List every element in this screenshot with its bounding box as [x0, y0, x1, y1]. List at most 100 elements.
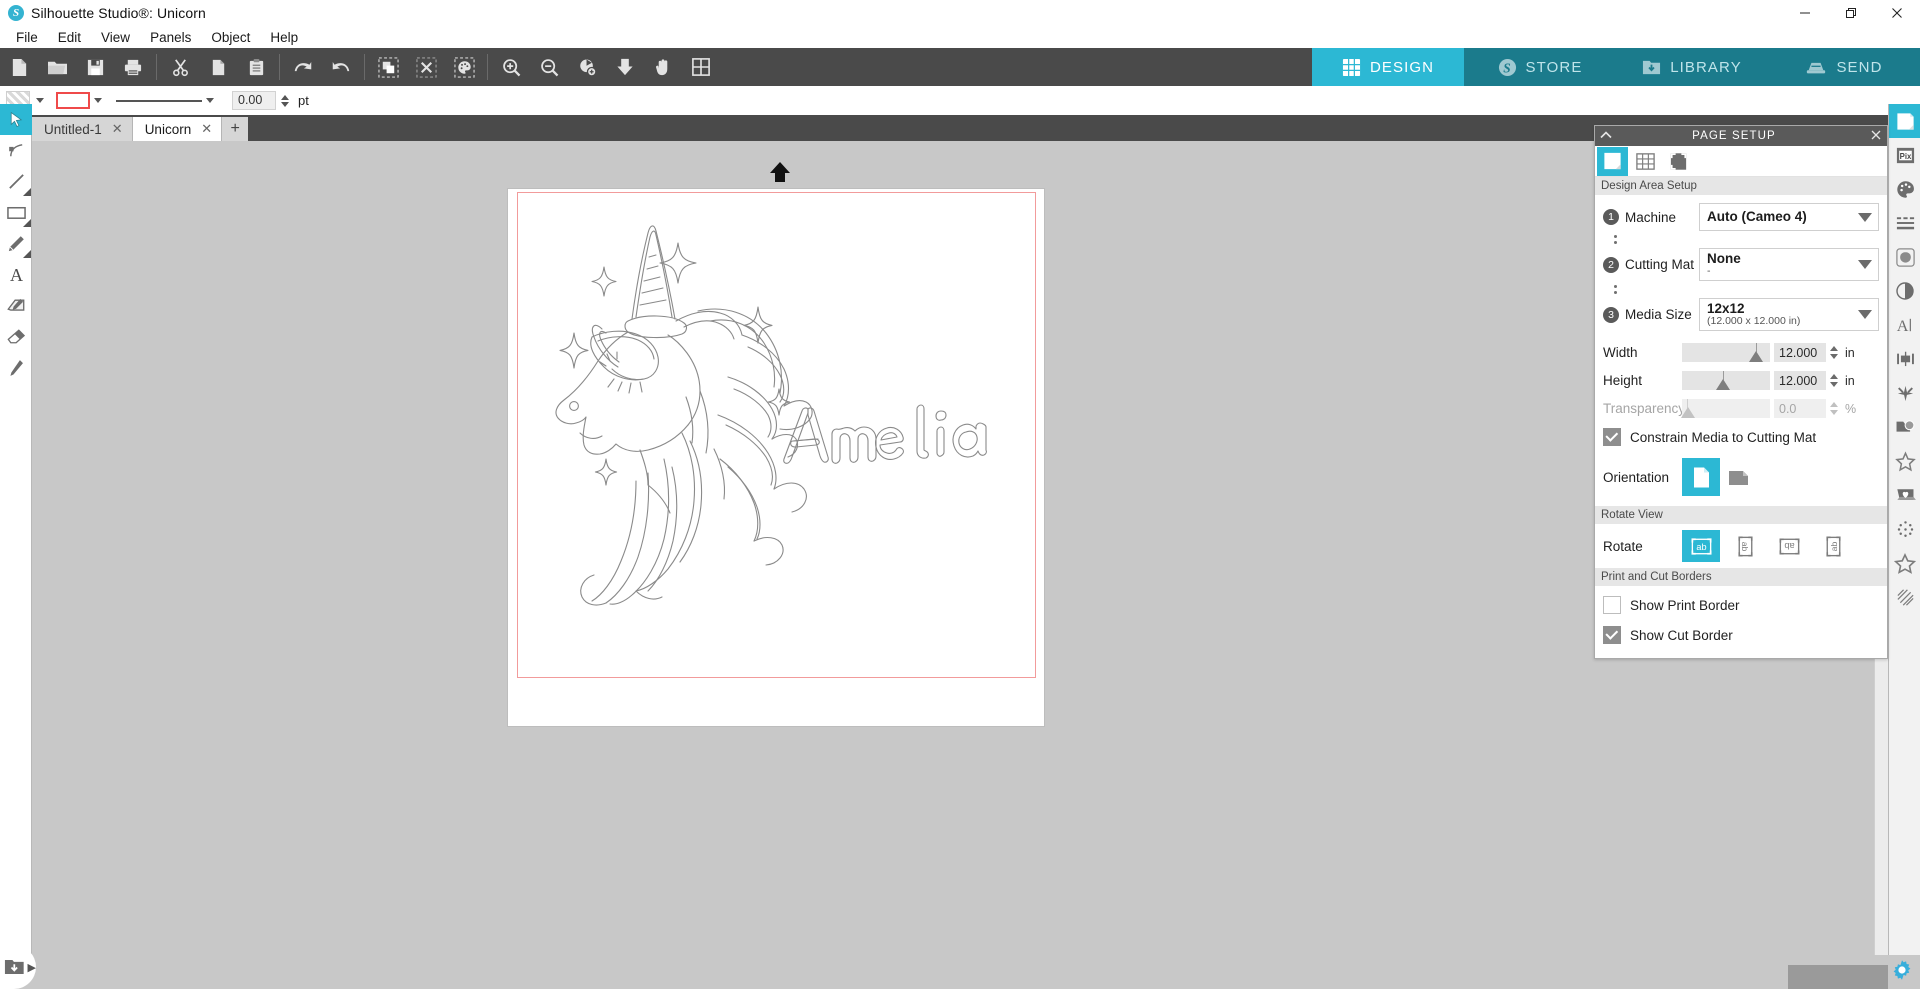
select-tool[interactable] [0, 104, 32, 135]
copy-button[interactable] [199, 48, 237, 86]
library-panel-button[interactable] [1889, 478, 1920, 512]
select-all-button[interactable] [369, 48, 407, 86]
doc-tab-close-icon[interactable]: ✕ [201, 121, 212, 137]
transform-panel-button[interactable] [1889, 342, 1920, 376]
height-slider[interactable] [1682, 371, 1770, 390]
sketch-panel-button[interactable] [1889, 580, 1920, 614]
rotate-180-button[interactable]: ab [1770, 530, 1808, 562]
tab-library[interactable]: LIBRARY [1616, 48, 1768, 86]
menu-panels[interactable]: Panels [140, 28, 201, 47]
stipple-panel-button[interactable] [1889, 512, 1920, 546]
rotate-0-button[interactable]: ab [1682, 530, 1720, 562]
marks-tab[interactable] [1663, 147, 1694, 176]
zoom-out-button[interactable] [530, 48, 568, 86]
trace-panel-button[interactable] [1889, 240, 1920, 274]
show-cut-border-row[interactable]: Show Cut Border [1603, 626, 1879, 644]
doc-tab-close-icon[interactable]: ✕ [112, 121, 123, 137]
orientation-landscape-button[interactable] [1720, 458, 1758, 496]
zoom-in-button[interactable] [492, 48, 530, 86]
cut-button[interactable] [161, 48, 199, 86]
draw-tool[interactable] [0, 228, 32, 259]
orientation-portrait-button[interactable] [1682, 458, 1720, 496]
machine-select[interactable]: Auto (Cameo 4) [1699, 203, 1879, 231]
doc-tab-unicorn[interactable]: Unicorn ✕ [132, 117, 223, 141]
fill-panel-button[interactable] [1889, 172, 1920, 206]
menu-view[interactable]: View [91, 28, 140, 47]
height-input[interactable]: 12.000 [1774, 371, 1826, 390]
line-style-panel-button[interactable] [1889, 206, 1920, 240]
menu-file[interactable]: File [6, 28, 48, 47]
constrain-media-row[interactable]: Constrain Media to Cutting Mat [1603, 428, 1879, 446]
new-tab-button[interactable]: + [222, 117, 249, 141]
doc-tab-untitled-1[interactable]: Untitled-1 ✕ [32, 117, 133, 141]
width-input[interactable]: 12.000 [1774, 343, 1826, 362]
shapes-panel-button[interactable] [1889, 444, 1920, 478]
redo-button[interactable] [322, 48, 360, 86]
line-style-dropdown[interactable] [202, 92, 218, 110]
fill-color-dropdown[interactable] [32, 92, 48, 110]
replicate-panel-button[interactable] [1889, 410, 1920, 444]
chevron-up-icon[interactable] [1595, 130, 1617, 142]
design-store-panel-button[interactable] [1889, 546, 1920, 580]
minimize-button[interactable] [1782, 0, 1828, 26]
rotate-270-button[interactable]: ab [1814, 530, 1852, 562]
select-by-color-button[interactable] [445, 48, 483, 86]
chevron-down-icon[interactable] [1858, 260, 1872, 269]
rotate-90-button[interactable]: ab [1726, 530, 1764, 562]
line-style-preview[interactable] [116, 92, 202, 110]
flyout-corner-icon[interactable] [23, 219, 31, 227]
width-stepper[interactable] [1829, 346, 1839, 359]
line-weight-input[interactable]: 0.00 [232, 91, 276, 110]
show-print-border-checkbox[interactable] [1603, 596, 1621, 614]
flyout-corner-icon[interactable] [23, 188, 31, 196]
close-icon[interactable] [1865, 129, 1887, 143]
tab-store[interactable]: S STORE [1464, 48, 1616, 86]
flyout-corner-icon[interactable] [23, 250, 31, 258]
line-tool[interactable] [0, 166, 32, 197]
settings-gear-button[interactable] [1890, 958, 1914, 985]
deselect-all-button[interactable] [407, 48, 445, 86]
fit-page-button[interactable] [682, 48, 720, 86]
offset-panel-button[interactable] [1889, 274, 1920, 308]
save-button[interactable] [76, 48, 114, 86]
sketch-pen-tool[interactable] [0, 352, 32, 383]
fit-to-window-button[interactable] [606, 48, 644, 86]
pan-button[interactable] [644, 48, 682, 86]
line-color-swatch[interactable] [56, 92, 90, 109]
width-slider[interactable] [1682, 343, 1770, 362]
menu-object[interactable]: Object [201, 28, 260, 47]
line-color-dropdown[interactable] [90, 92, 106, 110]
print-button[interactable] [114, 48, 152, 86]
page-tab[interactable] [1597, 146, 1628, 176]
media-size-select[interactable]: 12x12 (12.000 x 12.000 in) [1699, 298, 1879, 331]
zoom-selection-button[interactable] [568, 48, 606, 86]
show-print-border-row[interactable]: Show Print Border [1603, 596, 1879, 614]
page-setup-panel-button[interactable] [1889, 104, 1920, 138]
tab-send[interactable]: SEND [1768, 48, 1920, 86]
eraser-tool[interactable] [0, 321, 32, 352]
text-style-panel-button[interactable]: A [1889, 308, 1920, 342]
line-weight-stepper[interactable] [279, 91, 290, 110]
chevron-down-icon[interactable] [1858, 212, 1872, 222]
grid-tab[interactable] [1630, 147, 1661, 176]
chevron-down-icon[interactable] [1858, 310, 1872, 319]
undo-button[interactable] [284, 48, 322, 86]
menu-edit[interactable]: Edit [48, 28, 91, 47]
new-document-button[interactable] [0, 48, 38, 86]
paste-button[interactable] [237, 48, 275, 86]
library-fab-arrow-icon[interactable]: ▶ [28, 961, 36, 974]
pixscan-panel-button[interactable]: Pix [1889, 138, 1920, 172]
close-button[interactable] [1874, 0, 1920, 26]
rectangle-tool[interactable] [0, 197, 32, 228]
tab-design[interactable]: DESIGN [1312, 48, 1464, 86]
menu-help[interactable]: Help [260, 28, 308, 47]
maximize-button[interactable] [1828, 0, 1874, 26]
cutting-mat-select[interactable]: None - [1699, 248, 1879, 281]
show-cut-border-checkbox[interactable] [1603, 626, 1621, 644]
unicorn-amelia-design[interactable] [532, 201, 1042, 621]
open-button[interactable] [38, 48, 76, 86]
modify-panel-button[interactable] [1889, 376, 1920, 410]
constrain-media-checkbox[interactable] [1603, 428, 1621, 446]
edit-points-tool[interactable] [0, 135, 32, 166]
knife-tool[interactable] [0, 290, 32, 321]
